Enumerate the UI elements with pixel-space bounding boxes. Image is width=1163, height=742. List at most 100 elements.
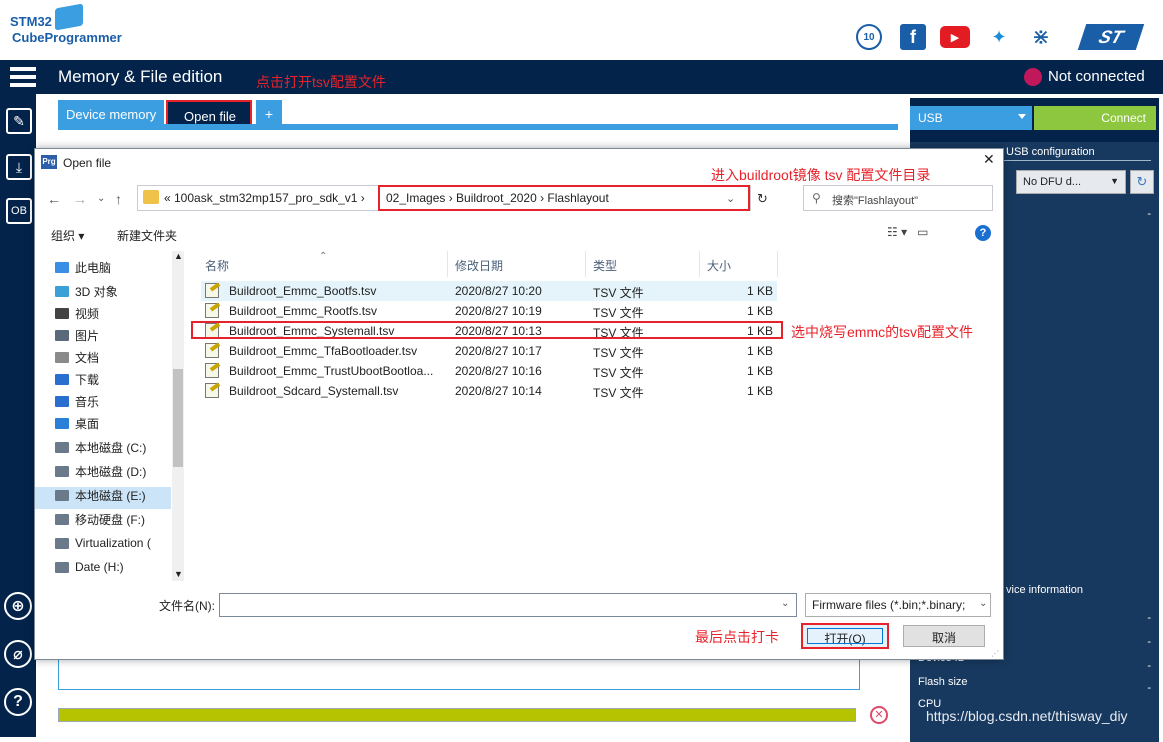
chevron-down-icon[interactable]: ⌄ <box>979 598 987 609</box>
refresh-icon[interactable]: ↻ <box>757 191 768 207</box>
file-row[interactable]: Buildroot_Emmc_TrustUbootBootloa... 2020/… <box>201 361 777 381</box>
sort-chevron-icon: ⌃ <box>319 251 328 262</box>
nav-item-icon <box>55 489 69 501</box>
facebook-icon[interactable]: f <box>900 24 926 50</box>
file-date: 2020/8/27 10:19 <box>455 304 542 318</box>
menu-icon[interactable] <box>10 67 36 87</box>
nav-item-label: 桌面 <box>75 416 100 431</box>
file-name: Buildroot_Sdcard_Systemall.tsv <box>229 384 399 398</box>
file-name: Buildroot_Emmc_TrustUbootBootloa... <box>229 364 434 378</box>
search-input[interactable]: ⚲ 搜索"Flashlayout" <box>803 185 993 211</box>
help-icon[interactable]: ? <box>4 688 32 716</box>
file-size: 1 KB <box>746 384 773 398</box>
tsv-file-icon <box>205 383 219 398</box>
recent-chevron-icon[interactable]: ⌄ <box>97 193 105 204</box>
scroll-up-icon[interactable]: ▲ <box>174 251 183 261</box>
new-folder-button[interactable]: 新建文件夹 <box>117 227 177 244</box>
nav-item-icon <box>55 329 69 341</box>
nav-item[interactable]: 文档 <box>55 347 99 367</box>
cancel-operation-icon[interactable]: ✕ <box>870 706 888 724</box>
column-date[interactable]: 修改日期 <box>455 257 503 274</box>
memory-edit-icon[interactable]: ✎ <box>6 108 32 134</box>
nav-scroll-thumb[interactable] <box>173 369 183 467</box>
open-button[interactable]: 打开(O) <box>801 623 889 649</box>
file-size: 1 KB <box>746 364 773 378</box>
help-icon[interactable]: ? <box>975 225 991 241</box>
nav-item[interactable]: 本地磁盘 (E:) <box>55 485 146 505</box>
nav-item[interactable]: 音乐 <box>55 391 99 411</box>
nav-item[interactable]: 此电脑 <box>55 257 111 277</box>
chevron-down-icon <box>1018 114 1026 119</box>
nav-item[interactable]: Virtualization ( <box>55 533 151 553</box>
nav-item[interactable]: 本地磁盘 (C:) <box>55 437 146 457</box>
dash-value: - <box>1147 660 1151 672</box>
connect-button[interactable]: Connect <box>1034 106 1156 130</box>
nav-item-icon <box>55 513 69 525</box>
swv-icon[interactable]: ⊕ <box>4 592 32 620</box>
forward-arrow-icon[interactable]: → <box>73 191 87 207</box>
nav-item[interactable]: 下载 <box>55 369 99 389</box>
nav-item[interactable]: 图片 <box>55 325 99 345</box>
up-arrow-icon[interactable]: ↑ <box>115 191 122 207</box>
tsv-file-icon <box>205 303 219 318</box>
twitter-icon[interactable]: ✦ <box>986 24 1012 50</box>
annotation-open-tsv: 点击打开tsv配置文件 <box>256 74 386 90</box>
page-title: Memory & File edition <box>58 67 223 86</box>
nav-item-label: 音乐 <box>75 394 100 409</box>
file-size: 1 KB <box>746 344 773 358</box>
file-type-select[interactable]: Firmware files (*.bin;*.binary; <box>805 593 991 617</box>
file-row[interactable]: Buildroot_Emmc_Rootfs.tsv 2020/8/27 10:19… <box>201 301 777 321</box>
column-separator <box>699 251 700 277</box>
file-row[interactable]: Buildroot_Emmc_Bootfs.tsv 2020/8/27 10:20… <box>201 281 777 301</box>
column-separator <box>447 251 448 277</box>
nav-item-icon <box>55 537 69 549</box>
resize-grip-icon[interactable]: ⋰ <box>991 649 999 658</box>
close-icon[interactable]: ✕ <box>983 151 995 168</box>
cube-logo-icon <box>55 3 83 31</box>
nav-item[interactable]: 3D 对象 <box>55 281 118 301</box>
dash-value: - <box>1147 612 1151 624</box>
nav-item-label: 本地磁盘 (C:) <box>75 440 147 455</box>
watermark: https://blog.csdn.net/thisway_diy <box>926 708 1128 724</box>
scroll-down-icon[interactable]: ▼ <box>174 569 183 579</box>
organize-button[interactable]: 组织 ▾ <box>51 227 84 244</box>
column-size[interactable]: 大小 <box>707 257 731 274</box>
usb-config-title: USB configuration <box>1006 146 1095 158</box>
nav-item[interactable]: 移动硬盘 (F:) <box>55 509 145 529</box>
filename-label: 文件名(N): <box>159 599 215 613</box>
nav-item-label: 图片 <box>75 328 100 343</box>
ob-icon[interactable]: OB <box>6 198 32 224</box>
network-icon[interactable]: ⋇ <box>1026 24 1056 50</box>
nav-item[interactable]: Date (H:) <box>55 557 124 577</box>
port-select[interactable]: No DFU d... ▼ <box>1016 170 1126 194</box>
anniversary-badge-icon[interactable]: 10 <box>856 24 882 50</box>
st-logo-icon: ST <box>1077 24 1145 50</box>
annotation-click-open: 最后点击打卡 <box>695 629 779 645</box>
nav-item[interactable]: 本地磁盘 (D:) <box>55 461 146 481</box>
badge-text: 10 <box>863 31 875 43</box>
chevron-down-icon[interactable]: ⌄ <box>781 598 789 609</box>
address-bar[interactable]: « 100ask_stm32mp157_pro_sdk_v1 › 02_Imag… <box>137 185 751 211</box>
interface-select[interactable]: USB <box>910 106 1032 130</box>
el-icon[interactable]: ⌀ <box>4 640 32 668</box>
refresh-icon[interactable]: ↻ <box>1130 170 1154 194</box>
youtube-icon[interactable]: ▶ <box>940 26 970 48</box>
back-arrow-icon[interactable]: ← <box>47 191 61 207</box>
nav-item[interactable]: 桌面 <box>55 413 99 433</box>
logo-stm32: STM32 <box>10 14 52 29</box>
nav-item[interactable]: 视频 <box>55 303 99 323</box>
file-row[interactable]: Buildroot_Sdcard_Systemall.tsv 2020/8/27 … <box>201 381 777 401</box>
download-icon[interactable]: ⤓ <box>6 154 32 180</box>
cancel-button[interactable]: 取消 <box>903 625 985 647</box>
column-type[interactable]: 类型 <box>593 257 617 274</box>
nav-item-label: 文档 <box>75 350 100 365</box>
filename-input[interactable] <box>219 593 797 617</box>
column-name[interactable]: 名称 <box>205 257 229 274</box>
chevron-down-icon[interactable]: ⌄ <box>726 192 735 205</box>
file-row[interactable]: Buildroot_Emmc_TfaBootloader.tsv 2020/8/2… <box>201 341 777 361</box>
file-type: TSV 文件 <box>593 306 644 320</box>
view-options-icon[interactable]: ☷ ▾ ▭ <box>887 225 928 239</box>
connection-status: Not connected <box>1048 68 1145 85</box>
address-prefix: « 100ask_stm32mp157_pro_sdk_v1 › <box>164 191 365 205</box>
nav-item-icon <box>55 561 69 573</box>
